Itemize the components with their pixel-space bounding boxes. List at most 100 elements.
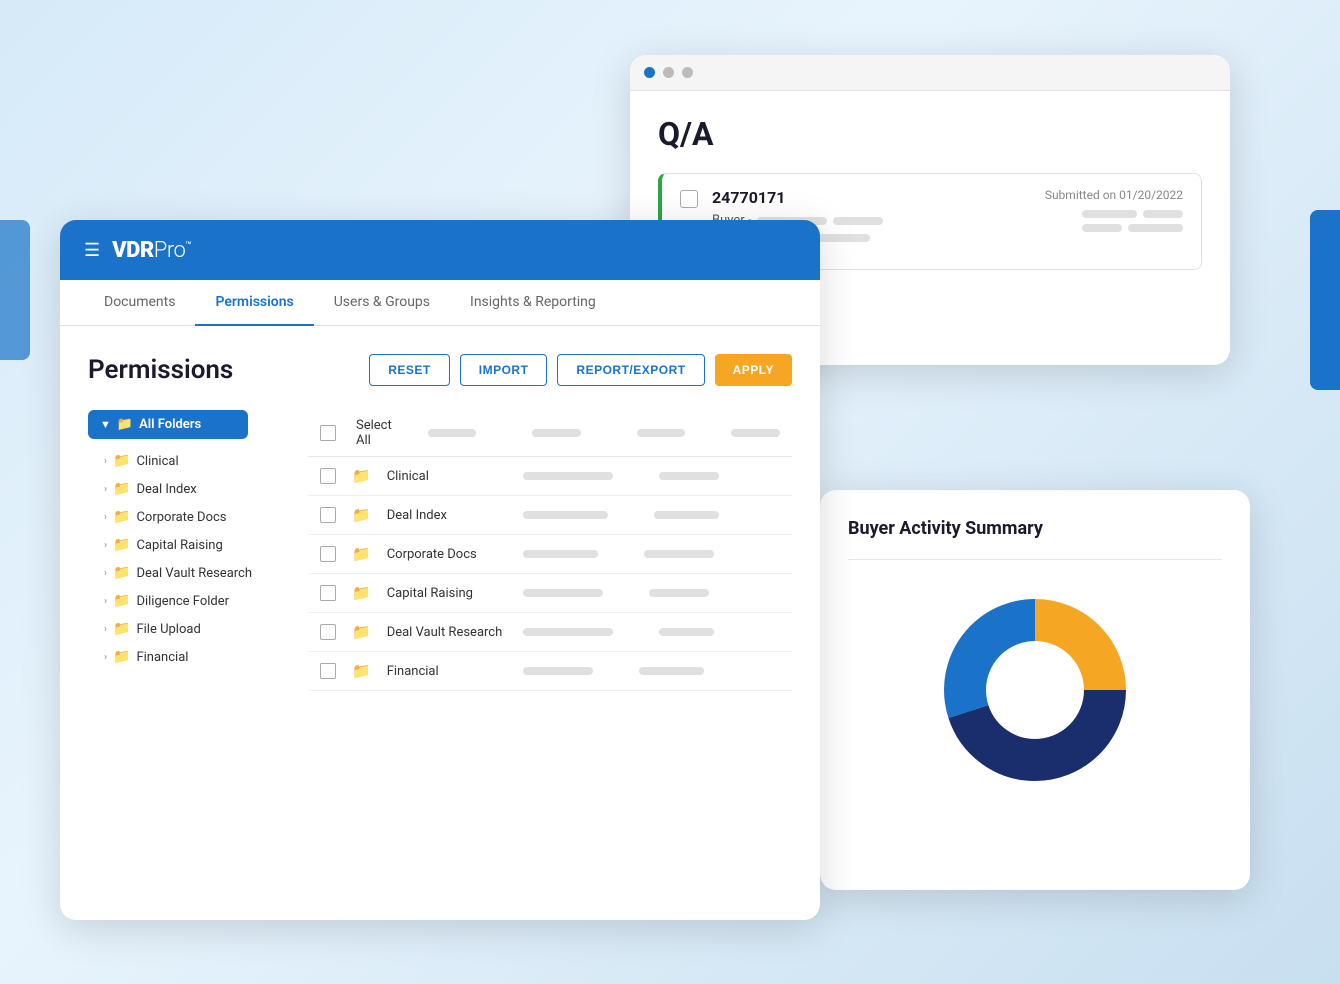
- select-all-checkbox[interactable]: [320, 425, 336, 441]
- folder-label-clinical: Clinical: [136, 454, 178, 469]
- folder-item-deal-index[interactable]: › 📁 Deal Index: [88, 475, 308, 503]
- donut-container: [848, 580, 1222, 800]
- logo-vdr: VDR: [112, 238, 154, 263]
- main-window: ☰ VDRPro™ Documents Permissions Users & …: [60, 220, 820, 920]
- folder-label-file-upload: File Upload: [136, 622, 200, 637]
- folder-label-diligence: Diligence Folder: [136, 594, 229, 609]
- qa-card-right: Submitted on 01/20/2022: [1045, 188, 1183, 232]
- report-export-button[interactable]: REPORT/EXPORT: [557, 354, 704, 386]
- row-ph-1a: [523, 472, 613, 480]
- qa-card-id: 24770171: [712, 188, 1031, 207]
- left-accent-bar: [0, 220, 30, 360]
- qa-right-placeholders: [1082, 210, 1183, 232]
- bas-divider: [848, 559, 1222, 560]
- tab-permissions[interactable]: Permissions: [195, 280, 313, 326]
- chevron-right-icon-file-upload: ›: [104, 624, 107, 635]
- chevron-right-icon-capital-raising: ›: [104, 540, 107, 551]
- header-placeholder-2: [532, 429, 581, 437]
- folder-tree: ▼ 📁 All Folders › 📁 Clinical › 📁 Deal In…: [88, 410, 308, 872]
- row-ph-3b: [644, 550, 714, 558]
- qa-rp-2b: [1128, 224, 1183, 232]
- bas-title: Buyer Activity Summary: [848, 518, 1222, 539]
- row-ph-2b: [654, 511, 719, 519]
- row-folder-name-clinical: Clinical: [387, 469, 507, 484]
- row-checkbox-deal-vault[interactable]: [320, 624, 336, 640]
- folder-label-deal-index: Deal Index: [136, 482, 196, 497]
- folder-item-clinical[interactable]: › 📁 Clinical: [88, 447, 308, 475]
- row-ph-4a: [523, 589, 603, 597]
- chevron-right-icon-financial: ›: [104, 652, 107, 663]
- qa-rp-1b: [1143, 210, 1183, 218]
- chevron-right-icon-diligence: ›: [104, 596, 107, 607]
- tab-insights[interactable]: Insights & Reporting: [450, 280, 616, 326]
- folder-label-deal-vault: Deal Vault Research: [136, 566, 252, 581]
- main-content: Permissions RESET IMPORT REPORT/EXPORT A…: [60, 326, 820, 906]
- app-logo: VDRPro™: [112, 238, 191, 263]
- all-folders-button[interactable]: ▼ 📁 All Folders: [88, 410, 248, 439]
- table-row: 📁 Deal Vault Research: [308, 613, 792, 652]
- row-ph-1b: [659, 472, 719, 480]
- tab-users-groups[interactable]: Users & Groups: [314, 280, 450, 326]
- table-row: 📁 Clinical: [308, 457, 792, 496]
- permissions-body: ▼ 📁 All Folders › 📁 Clinical › 📁 Deal In…: [88, 410, 792, 872]
- row-checkbox-financial[interactable]: [320, 663, 336, 679]
- qa-rp-2a: [1082, 224, 1122, 232]
- row-checkbox-corporate-docs[interactable]: [320, 546, 336, 562]
- row-ph-2a: [523, 511, 608, 519]
- window-dot-3: [682, 67, 693, 78]
- reset-button[interactable]: RESET: [369, 354, 450, 386]
- chevron-down-icon: ▼: [100, 418, 111, 431]
- row-checkbox-deal-index[interactable]: [320, 507, 336, 523]
- folder-item-capital-raising[interactable]: › 📁 Capital Raising: [88, 531, 308, 559]
- folder-icon-deal-index: 📁: [113, 481, 130, 497]
- row-ph-5a: [523, 628, 613, 636]
- logo-pro: Pro: [154, 238, 186, 263]
- row-folder-name-financial: Financial: [387, 664, 507, 679]
- header-placeholder-3: [637, 429, 686, 437]
- row-folder-name-capital-raising: Capital Raising: [387, 586, 507, 601]
- row-folder-name-deal-index: Deal Index: [387, 508, 507, 523]
- select-all-label: Select All: [356, 418, 392, 448]
- chevron-right-icon-deal-index: ›: [104, 484, 107, 495]
- right-accent-bar: [1310, 210, 1340, 390]
- table-row: 📁 Deal Index: [308, 496, 792, 535]
- row-folder-icon-corporate-docs: 📁: [352, 545, 371, 563]
- logo-tm: ™: [185, 240, 191, 251]
- table-header-row: Select All: [308, 410, 792, 457]
- folder-icon-clinical: 📁: [113, 453, 130, 469]
- folder-item-file-upload[interactable]: › 📁 File Upload: [88, 615, 308, 643]
- folder-icon-corporate-docs: 📁: [113, 509, 130, 525]
- hamburger-icon[interactable]: ☰: [84, 240, 100, 261]
- folder-icon-capital-raising: 📁: [113, 537, 130, 553]
- qa-buyer-placeholder-2: [833, 217, 883, 225]
- row-ph-5b: [659, 628, 714, 636]
- tab-documents[interactable]: Documents: [84, 280, 195, 326]
- header-placeholder-1: [428, 429, 477, 437]
- row-ph-4b: [649, 589, 709, 597]
- row-folder-icon-financial: 📁: [352, 662, 371, 680]
- page-title: Permissions: [88, 355, 233, 385]
- header-placeholder-4: [731, 429, 780, 437]
- row-ph-3a: [523, 550, 598, 558]
- folder-item-corporate-docs[interactable]: › 📁 Corporate Docs: [88, 503, 308, 531]
- folder-icon-all: 📁: [117, 417, 133, 432]
- main-nav: Documents Permissions Users & Groups Ins…: [60, 280, 820, 326]
- folder-label-capital-raising: Capital Raising: [136, 538, 222, 553]
- row-ph-6a: [523, 667, 593, 675]
- folder-icon-file-upload: 📁: [113, 621, 130, 637]
- row-checkbox-clinical[interactable]: [320, 468, 336, 484]
- chevron-right-icon-deal-vault: ›: [104, 568, 107, 579]
- folder-item-financial[interactable]: › 📁 Financial: [88, 643, 308, 671]
- folder-icon-deal-vault: 📁: [113, 565, 130, 581]
- import-button[interactable]: IMPORT: [460, 354, 548, 386]
- folder-item-diligence[interactable]: › 📁 Diligence Folder: [88, 587, 308, 615]
- folder-label-corporate-docs: Corporate Docs: [136, 510, 226, 525]
- row-checkbox-capital-raising[interactable]: [320, 585, 336, 601]
- chevron-right-icon-corporate-docs: ›: [104, 512, 107, 523]
- row-folder-icon-deal-vault: 📁: [352, 623, 371, 641]
- folder-item-deal-vault[interactable]: › 📁 Deal Vault Research: [88, 559, 308, 587]
- table-row: 📁 Financial: [308, 652, 792, 691]
- window-dot-2: [663, 67, 674, 78]
- apply-button[interactable]: APPLY: [715, 354, 792, 386]
- qa-card-checkbox[interactable]: [680, 190, 698, 208]
